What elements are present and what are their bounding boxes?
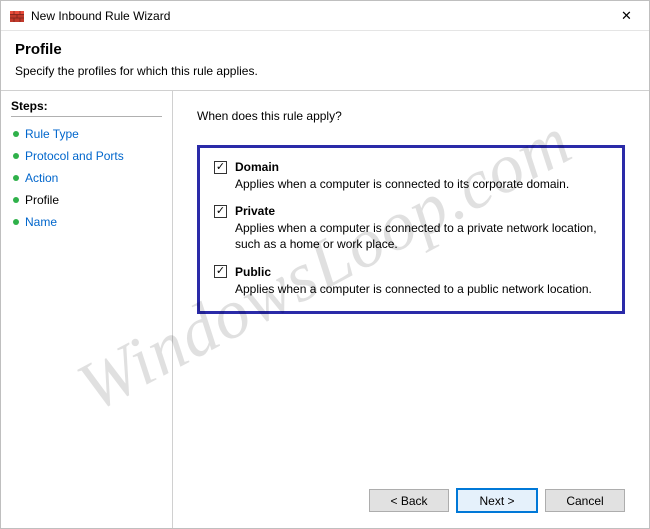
step-name[interactable]: Name bbox=[11, 211, 162, 233]
back-button[interactable]: < Back bbox=[369, 489, 449, 512]
domain-checkbox[interactable]: ✓ bbox=[214, 161, 227, 174]
page-title: Profile bbox=[15, 41, 635, 58]
profile-question: When does this rule apply? bbox=[197, 109, 625, 123]
step-label: Profile bbox=[25, 193, 59, 207]
window-title: New Inbound Rule Wizard bbox=[31, 9, 604, 23]
step-rule-type[interactable]: Rule Type bbox=[11, 123, 162, 145]
steps-title: Steps: bbox=[11, 99, 162, 117]
step-label: Protocol and Ports bbox=[25, 149, 124, 163]
public-checkbox[interactable]: ✓ bbox=[214, 265, 227, 278]
steps-list: Rule Type Protocol and Ports Action Prof… bbox=[11, 123, 162, 233]
wizard-window: New Inbound Rule Wizard ✕ Profile Specif… bbox=[0, 0, 650, 529]
firewall-icon bbox=[9, 8, 25, 24]
steps-pane: Steps: Rule Type Protocol and Ports Acti… bbox=[1, 91, 173, 528]
step-label: Action bbox=[25, 171, 58, 185]
cancel-button[interactable]: Cancel bbox=[545, 489, 625, 512]
step-label: Name bbox=[25, 215, 57, 229]
titlebar: New Inbound Rule Wizard ✕ bbox=[1, 1, 649, 31]
private-checkbox[interactable]: ✓ bbox=[214, 205, 227, 218]
domain-desc: Applies when a computer is connected to … bbox=[235, 176, 608, 192]
private-label: Private bbox=[235, 204, 275, 218]
profile-public-row: ✓ Public Applies when a computer is conn… bbox=[214, 265, 608, 297]
wizard-header: Profile Specify the profiles for which t… bbox=[1, 31, 649, 91]
step-label: Rule Type bbox=[25, 127, 79, 141]
close-button[interactable]: ✕ bbox=[604, 1, 649, 31]
profile-private-row: ✓ Private Applies when a computer is con… bbox=[214, 204, 608, 252]
profiles-highlight-box: ✓ Domain Applies when a computer is conn… bbox=[197, 145, 625, 314]
public-label: Public bbox=[235, 265, 271, 279]
close-icon: ✕ bbox=[621, 8, 632, 24]
step-bullet-icon bbox=[13, 197, 19, 203]
wizard-buttons: < Back Next > Cancel bbox=[369, 489, 625, 512]
step-bullet-icon bbox=[13, 131, 19, 137]
wizard-body: Steps: Rule Type Protocol and Ports Acti… bbox=[1, 91, 649, 528]
step-profile[interactable]: Profile bbox=[11, 189, 162, 211]
profile-domain-row: ✓ Domain Applies when a computer is conn… bbox=[214, 160, 608, 192]
private-desc: Applies when a computer is connected to … bbox=[235, 220, 608, 252]
next-button[interactable]: Next > bbox=[457, 489, 537, 512]
page-subtitle: Specify the profiles for which this rule… bbox=[15, 64, 635, 78]
domain-label: Domain bbox=[235, 160, 279, 174]
step-bullet-icon bbox=[13, 219, 19, 225]
step-bullet-icon bbox=[13, 175, 19, 181]
step-protocol-and-ports[interactable]: Protocol and Ports bbox=[11, 145, 162, 167]
public-desc: Applies when a computer is connected to … bbox=[235, 281, 608, 297]
content-pane: When does this rule apply? ✓ Domain Appl… bbox=[173, 91, 649, 528]
step-action[interactable]: Action bbox=[11, 167, 162, 189]
step-bullet-icon bbox=[13, 153, 19, 159]
